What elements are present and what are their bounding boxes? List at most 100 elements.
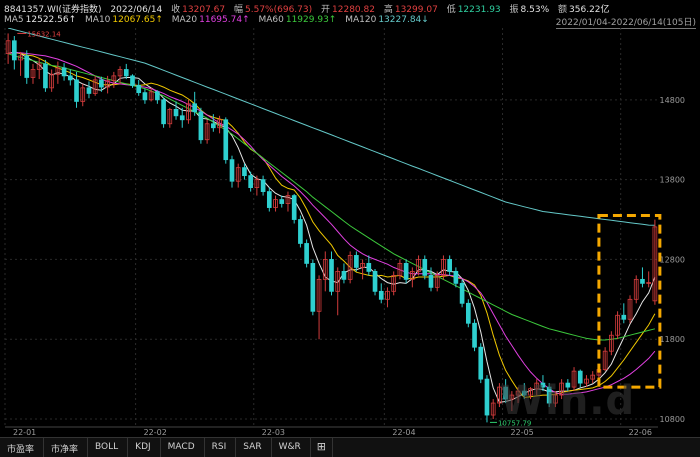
high-label: 高 xyxy=(383,5,393,15)
x-tick-label: 22-02 xyxy=(144,428,167,437)
candle-body xyxy=(211,123,216,129)
candle-body xyxy=(291,195,297,220)
ma-legend: MA5 12522.56↑ MA10 12067.65↑ MA20 11695.74↑… xyxy=(4,15,435,25)
change-value: 5.57%(696.73) xyxy=(245,5,313,15)
watermark-logo: Win.d xyxy=(500,378,636,424)
tab-6[interactable]: SAR xyxy=(236,438,272,457)
quote-date: 2022/06/14 xyxy=(110,5,163,15)
candle-body xyxy=(24,55,30,78)
candle-body xyxy=(459,282,465,304)
candle-body xyxy=(136,85,142,94)
date-range[interactable]: 2022/01/04-2022/06/14(105日) xyxy=(555,15,696,29)
ma-line-ma10 xyxy=(8,52,656,399)
ma-line-ma60 xyxy=(7,53,656,341)
candle-body xyxy=(155,91,160,101)
ma5-value: 12522.56↑ xyxy=(25,15,77,25)
tab-2[interactable]: BOLL xyxy=(88,438,129,457)
candle-body xyxy=(341,270,347,280)
candle-body xyxy=(130,75,135,86)
candle-body xyxy=(223,119,229,161)
ma20-label: MA20 xyxy=(171,15,198,25)
candle-body xyxy=(298,219,303,244)
close-value: 13207.67 xyxy=(182,5,226,15)
candle-body xyxy=(266,191,272,208)
x-tick-label: 22-06 xyxy=(629,428,652,437)
candle-body xyxy=(279,199,285,204)
candle-body xyxy=(248,175,253,189)
add-indicator-button[interactable]: ⊞ xyxy=(311,438,333,457)
candle-body xyxy=(329,259,334,292)
candle-body xyxy=(179,115,185,121)
candle-body xyxy=(198,111,204,141)
x-tick-label: 22-04 xyxy=(392,428,415,437)
x-tick-label: 22-03 xyxy=(262,428,285,437)
tab-1[interactable]: 市净率 xyxy=(44,438,89,457)
candle-body xyxy=(86,87,92,94)
y-tick-label: 11800 xyxy=(660,335,685,344)
y-tick-label: 12800 xyxy=(660,255,685,264)
candle-body xyxy=(366,263,372,272)
indicator-tabbar: 市盈率 市净率 BOLL KDJ MACD RSI SAR W&R ⊞ xyxy=(0,437,700,457)
candle-body xyxy=(378,290,384,300)
close-label: 收 xyxy=(171,5,181,15)
candle-body xyxy=(403,263,409,280)
tab-5[interactable]: RSI xyxy=(205,438,237,457)
kline-chart[interactable]: 14800 13800 12800 11800 10800 22-01 22-02 22-03… xyxy=(0,28,700,437)
candle-body xyxy=(310,263,316,312)
max-label: 15632.14 xyxy=(27,30,61,38)
candle-body xyxy=(472,322,477,348)
candle-body xyxy=(484,378,490,416)
candle-body xyxy=(123,69,129,77)
open-label: 开 xyxy=(321,5,331,15)
ma-line-ma5 xyxy=(7,51,656,403)
candle-body xyxy=(161,99,166,125)
ma10-value: 12067.65↑ xyxy=(112,15,163,25)
ma-line-ma120 xyxy=(7,28,655,226)
candle-body xyxy=(74,79,79,102)
candle-body xyxy=(428,274,434,288)
ma120-label: MA120 xyxy=(345,15,377,25)
candle-body xyxy=(465,302,471,324)
candle-body xyxy=(43,63,48,89)
amount-value: 356.22亿 xyxy=(569,5,610,15)
candle-body xyxy=(478,346,484,380)
x-tick-label: 22-05 xyxy=(511,428,534,437)
amount-label: 额 xyxy=(558,5,568,15)
low-label: 低 xyxy=(446,5,456,15)
tab-7[interactable]: W&R xyxy=(272,438,311,457)
low-value: 12231.93 xyxy=(457,5,501,15)
candle-body xyxy=(640,278,645,284)
candle-body xyxy=(621,314,627,320)
change-label: 幅 xyxy=(234,5,244,15)
candle-body xyxy=(61,67,67,77)
candle-body xyxy=(372,270,378,292)
amplitude-value: 8.53% xyxy=(520,5,550,15)
candle-body xyxy=(173,108,179,117)
ma120-value: 13227.84↓ xyxy=(378,15,429,25)
candle-body xyxy=(453,270,459,284)
amplitude-label: 振 xyxy=(509,5,519,15)
highlight-box xyxy=(597,214,662,389)
candle-body xyxy=(99,79,104,88)
candle-body xyxy=(192,103,198,113)
index-code: 8841357.WI(证券指数) xyxy=(4,5,102,15)
candle-body xyxy=(67,75,73,81)
candle-body xyxy=(422,259,428,276)
candle-body xyxy=(142,92,148,101)
candle-body xyxy=(447,259,452,272)
ma5-label: MA5 xyxy=(4,15,24,25)
y-tick-label: 13800 xyxy=(660,176,685,185)
ma20-value: 11695.74↑ xyxy=(199,15,250,25)
candle-body xyxy=(260,179,266,192)
x-tick-label: 22-01 xyxy=(13,428,36,437)
candle-body xyxy=(304,243,309,264)
candle-body xyxy=(354,255,359,268)
header-row: 8841357.WI(证券指数) 2022/06/14 收 13207.67 幅5… xyxy=(4,2,616,15)
tab-4[interactable]: MACD xyxy=(161,438,205,457)
candle-body xyxy=(12,40,17,61)
tab-0[interactable]: 市盈率 xyxy=(0,438,45,457)
candle-body xyxy=(229,159,235,182)
tab-3[interactable]: KDJ xyxy=(128,438,161,457)
open-value: 12280.82 xyxy=(332,5,375,15)
ma60-label: MA60 xyxy=(258,15,284,25)
